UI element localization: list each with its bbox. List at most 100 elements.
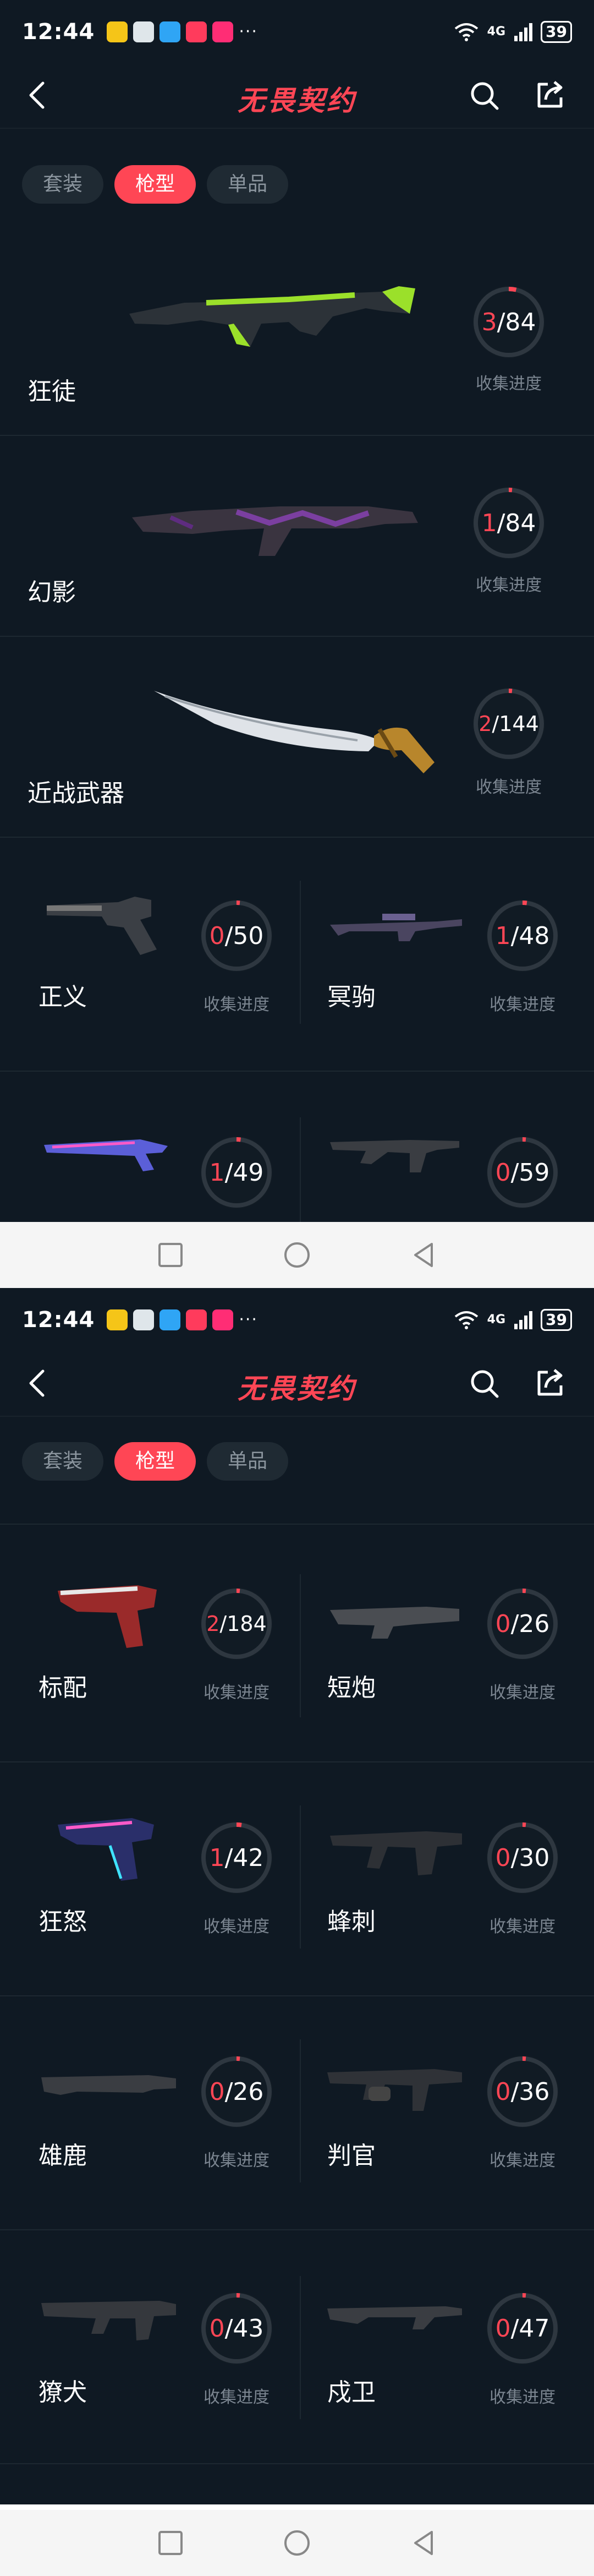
owned-count: 1	[481, 509, 497, 537]
app-notification-icon	[160, 21, 181, 42]
weapon-name: 雄鹿	[38, 2142, 87, 2170]
owned-count: 3	[481, 308, 497, 336]
weapon-name: 蜂刺	[327, 1908, 376, 1936]
weapon-name: 判官	[327, 2142, 376, 2170]
total-count: /49	[224, 1158, 264, 1187]
progress-label: 收集进度	[204, 1683, 270, 1702]
collection-ring: 0/26	[484, 1585, 561, 1662]
column-divider	[300, 1805, 301, 1949]
row-divider	[0, 837, 594, 838]
row-divider	[0, 435, 594, 436]
owned-count: 0	[495, 1609, 511, 1638]
collection-ring: 2/144	[470, 685, 547, 762]
progress-label: 收集进度	[490, 995, 556, 1014]
tab-sets[interactable]: 套装	[22, 1442, 104, 1481]
system-nav-bar	[0, 1222, 594, 1288]
network-type: 4G	[487, 1313, 506, 1327]
home-circle-icon[interactable]	[280, 1238, 314, 1271]
frenzy-skin-image	[58, 1818, 154, 1881]
progress-label: 收集进度	[476, 576, 542, 595]
total-count: /184	[219, 1612, 267, 1636]
share-icon[interactable]	[534, 1367, 566, 1400]
progress-label: 收集进度	[204, 2388, 270, 2407]
back-triangle-icon[interactable]	[407, 1238, 440, 1271]
sheriff-skin-image	[47, 897, 157, 955]
row-divider	[0, 1071, 594, 1072]
column-divider	[300, 1574, 301, 1717]
weapon-name: 标配	[38, 1674, 87, 1702]
owned-count: 0	[209, 2077, 225, 2106]
home-circle-icon[interactable]	[280, 2526, 314, 2559]
column-divider	[300, 881, 301, 1024]
app-notification-icon	[133, 1309, 155, 1330]
recent-apps-square-icon[interactable]	[154, 1238, 187, 1271]
column-divider	[300, 2039, 301, 2182]
progress-label: 收集进度	[476, 374, 542, 394]
tab-sets[interactable]: 套装	[22, 165, 104, 204]
total-count: /48	[510, 921, 550, 950]
frenzy-skin-image	[44, 1139, 168, 1171]
weapon-name: 冥驹	[327, 983, 376, 1011]
category-tabs: 套装 枪型 单品	[22, 1442, 289, 1481]
total-count: /43	[224, 2314, 264, 2343]
share-icon[interactable]	[534, 79, 566, 112]
row-divider	[0, 636, 594, 637]
collection-ring: 0/47	[484, 2290, 561, 2367]
shorty-skin-image	[330, 1607, 459, 1639]
wifi-icon	[454, 23, 478, 41]
weapon-name: 獠犬	[38, 2378, 87, 2406]
more-notifications-icon: ···	[239, 22, 258, 41]
stinger-skin-image	[330, 1831, 462, 1875]
phantom-skin-image	[132, 506, 418, 556]
video-app-icon	[212, 1309, 234, 1330]
owned-count: 1	[209, 1843, 225, 1872]
back-triangle-icon[interactable]	[407, 2526, 440, 2559]
status-bar: 12:44 ··· 4G 39	[0, 1288, 594, 1351]
weapon-name: 短炮	[327, 1674, 376, 1702]
owned-count: 0	[495, 2077, 511, 2106]
total-count: /30	[510, 1843, 550, 1872]
notification-icons	[107, 21, 234, 42]
owned-count: 0	[209, 921, 225, 950]
search-icon[interactable]	[468, 79, 501, 112]
app-title: 无畏契约	[238, 1373, 356, 1405]
progress-label: 收集进度	[490, 2388, 556, 2407]
progress-label: 收集进度	[490, 1683, 556, 1702]
status-time: 12:44	[22, 19, 95, 45]
tab-single-items[interactable]: 单品	[207, 165, 289, 204]
header-divider	[0, 128, 594, 129]
category-tabs: 套装 枪型 单品	[22, 165, 289, 204]
system-nav-bar	[0, 2510, 594, 2576]
tab-gun-types[interactable]: 枪型	[114, 1442, 196, 1481]
progress-label: 收集进度	[204, 1917, 270, 1936]
collection-ring: 1/49	[198, 1134, 275, 1211]
tab-single-items[interactable]: 单品	[207, 1442, 289, 1481]
total-count: /144	[492, 712, 539, 736]
app-notification-icon	[160, 1309, 181, 1330]
weapon-name: 正义	[38, 983, 87, 1011]
more-notifications-icon: ···	[239, 1310, 258, 1329]
marshal-skin-image	[330, 914, 462, 941]
owned-count: 1	[209, 1158, 225, 1187]
collection-ring: 1/48	[484, 897, 561, 974]
owned-count: 0	[495, 2314, 511, 2343]
status-time: 12:44	[22, 1307, 95, 1333]
owned-count: 2	[479, 712, 492, 736]
collection-ring: 0/43	[198, 2290, 275, 2367]
total-count: /50	[224, 921, 264, 950]
app-notification-icon	[133, 21, 155, 42]
screenshot-top: 12:44 ··· 4G 39 无畏契约 套装 枪型 单品 狂徒 3/84 收集…	[0, 0, 594, 1222]
battery-icon: 39	[541, 20, 572, 43]
collection-ring: 0/36	[484, 2053, 561, 2130]
search-icon[interactable]	[468, 1367, 501, 1400]
progress-label: 收集进度	[476, 778, 542, 797]
wifi-icon	[454, 1311, 478, 1329]
title-bar: 无畏契约	[0, 63, 594, 127]
tab-gun-types[interactable]: 枪型	[114, 165, 196, 204]
vandal-skin-image	[129, 286, 415, 347]
column-divider	[300, 1117, 301, 1222]
total-count: /26	[510, 1609, 550, 1638]
recent-apps-square-icon[interactable]	[154, 2526, 187, 2559]
collection-ring: 3/84	[470, 283, 547, 361]
collection-ring: 1/84	[470, 484, 547, 561]
